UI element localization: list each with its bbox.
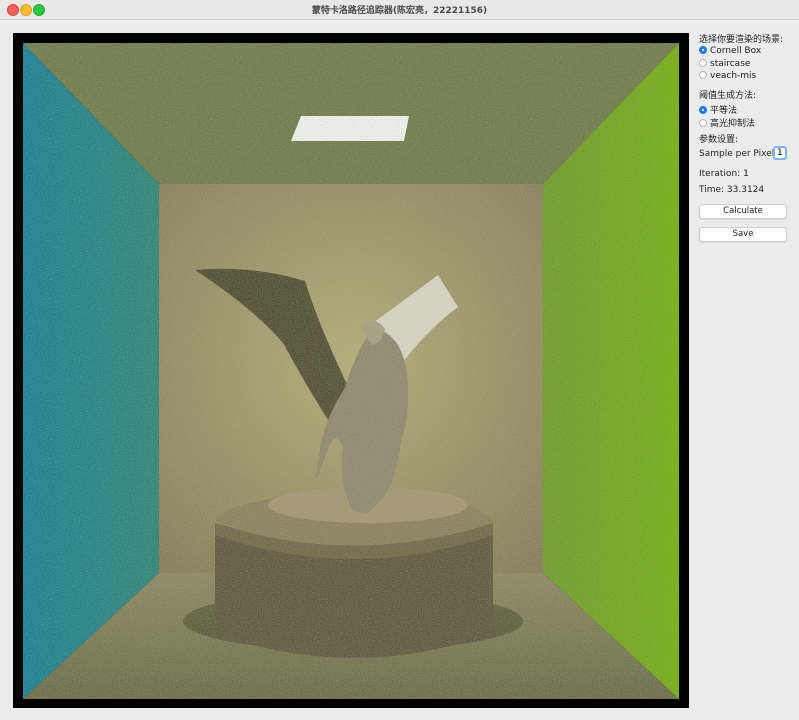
spp-input[interactable] [773, 146, 787, 160]
radio-checked-icon[interactable] [699, 45, 707, 54]
window-title: 蒙特卡洛路径追踪器(陈宏亮，22221156) [311, 6, 488, 16]
spp-label: Sample per Pixel: [699, 149, 778, 159]
scene-option-staircase[interactable]: staircase [699, 58, 750, 71]
params-section-label: 参数设置: [699, 135, 739, 145]
scene-option-cornell-box[interactable]: Cornell Box [699, 45, 761, 58]
iteration-text: Iteration: 1 [699, 169, 749, 179]
render-view [13, 33, 689, 708]
threshold-option-highlight-suppression[interactable]: 高光抑制法 [699, 116, 755, 129]
radio-checked-icon[interactable] [699, 105, 707, 114]
scene-option-veach-mis[interactable]: veach-mis [699, 70, 756, 83]
calculate-button[interactable]: Calculate [699, 204, 787, 219]
scene-section-label: 选择你要渲染的场景: [699, 35, 784, 45]
radio-unchecked-icon[interactable] [699, 118, 707, 127]
title-bar: 蒙特卡洛路径追踪器(陈宏亮，22221156) [0, 0, 799, 20]
threshold-option-equal[interactable]: 平等法 [699, 103, 737, 116]
time-text: Time: 33.3124 [699, 185, 765, 195]
rendered-image [23, 43, 679, 699]
radio-unchecked-icon[interactable] [699, 70, 707, 79]
save-button[interactable]: Save [699, 227, 787, 242]
radio-unchecked-icon[interactable] [699, 58, 707, 67]
threshold-section-label: 阈值生成方法: [699, 91, 757, 101]
spp-row: Sample per Pixel: [699, 146, 787, 160]
